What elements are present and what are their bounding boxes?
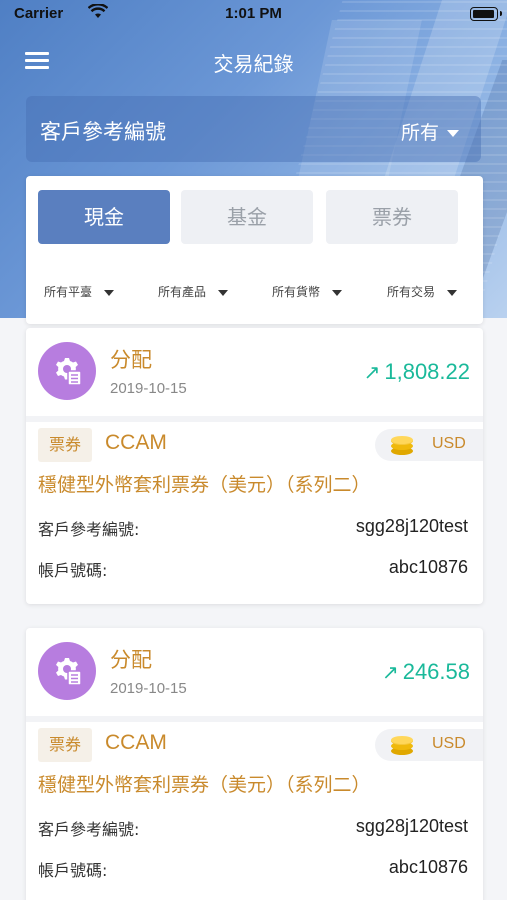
currency-pill: USD — [375, 429, 483, 461]
reference-value: sgg28j120test — [355, 816, 468, 836]
tab-notes[interactable]: 票券 — [326, 190, 458, 244]
gear-document-icon — [38, 342, 96, 400]
transaction-type: 分配 — [110, 648, 152, 672]
search-label: 客戶參考編號 — [40, 120, 166, 144]
filter-transaction-label: 所有交易 — [387, 285, 436, 299]
product-type-badge: 票券 — [38, 428, 92, 462]
filter-product-label: 所有產品 — [158, 285, 207, 299]
transaction-amount: ↗ 1,808.22 — [364, 359, 470, 385]
product-code: CCAM — [105, 431, 167, 454]
product-code: CCAM — [105, 731, 167, 754]
account-label: 帳戶號碼: — [38, 561, 108, 580]
transaction-date: 2019-10-15 — [110, 680, 187, 697]
reference-value: sgg28j120test — [355, 516, 468, 536]
caret-down-icon — [332, 289, 343, 296]
product-type-badge: 票券 — [38, 728, 92, 762]
filter-panel: 現金 基金 票券 所有平臺 所有產品 所有貨幣 所有交易 — [26, 176, 483, 324]
trend-up-arrow-icon: ↗ — [381, 662, 399, 684]
currency-label: USD — [432, 435, 466, 452]
caret-down-icon — [447, 130, 459, 137]
reference-select-value: 所有 — [400, 122, 439, 144]
transaction-amount-value: 1,808.22 — [384, 359, 470, 384]
caret-down-icon — [447, 289, 458, 296]
trend-up-arrow-icon: ↗ — [363, 362, 381, 384]
currency-pill: USD — [375, 729, 483, 761]
caret-down-icon — [218, 289, 229, 296]
filter-currency[interactable]: 所有貨幣 — [272, 283, 343, 300]
transaction-summary: 分配 2019-10-15 ↗ 246.58 — [26, 628, 483, 716]
transaction-card[interactable]: 分配 2019-10-15 ↗ 246.58 票券 CCAM USD 穩健型外幣套… — [26, 628, 483, 900]
reference-label: 客戶參考編號: — [38, 820, 140, 839]
page-title: 交易紀錄 — [213, 52, 294, 76]
clock: 1:01 PM — [225, 5, 282, 22]
coins-icon — [391, 436, 413, 455]
currency-label: USD — [432, 735, 466, 752]
filter-platform-label: 所有平臺 — [44, 285, 93, 299]
account-value: abc10876 — [388, 557, 468, 577]
transaction-date: 2019-10-15 — [110, 380, 187, 397]
filter-transaction[interactable]: 所有交易 — [387, 283, 458, 300]
transaction-type: 分配 — [110, 348, 152, 372]
transaction-card[interactable]: 分配 2019-10-15 ↗ 1,808.22 票券 CCAM USD 穩健型外… — [26, 328, 483, 604]
transaction-amount-value: 246.58 — [402, 659, 470, 684]
account-label: 帳戶號碼: — [38, 861, 108, 880]
tab-cash[interactable]: 現金 — [38, 190, 170, 244]
account-value: abc10876 — [388, 857, 468, 877]
tab-funds[interactable]: 基金 — [181, 190, 313, 244]
status-bar: Carrier 1:01 PM — [0, 0, 507, 28]
transaction-summary: 分配 2019-10-15 ↗ 1,808.22 — [26, 328, 483, 416]
nav-bar: 交易紀錄 — [0, 40, 507, 80]
gear-document-icon — [38, 642, 96, 700]
caret-down-icon — [104, 289, 115, 296]
product-name: 穩健型外幣套利票券（美元）（系列二） — [38, 474, 371, 496]
reference-select[interactable]: 所有 — [401, 118, 459, 145]
filter-product[interactable]: 所有產品 — [158, 283, 229, 300]
reference-search-bar[interactable]: 客戶參考編號 所有 — [26, 96, 481, 162]
battery-icon — [470, 7, 502, 21]
filter-platform[interactable]: 所有平臺 — [44, 283, 115, 300]
coins-icon — [391, 736, 413, 755]
transaction-amount: ↗ 246.58 — [382, 659, 470, 685]
reference-label: 客戶參考編號: — [38, 520, 140, 539]
product-name: 穩健型外幣套利票券（美元）（系列二） — [38, 774, 371, 796]
filter-currency-label: 所有貨幣 — [272, 285, 321, 299]
